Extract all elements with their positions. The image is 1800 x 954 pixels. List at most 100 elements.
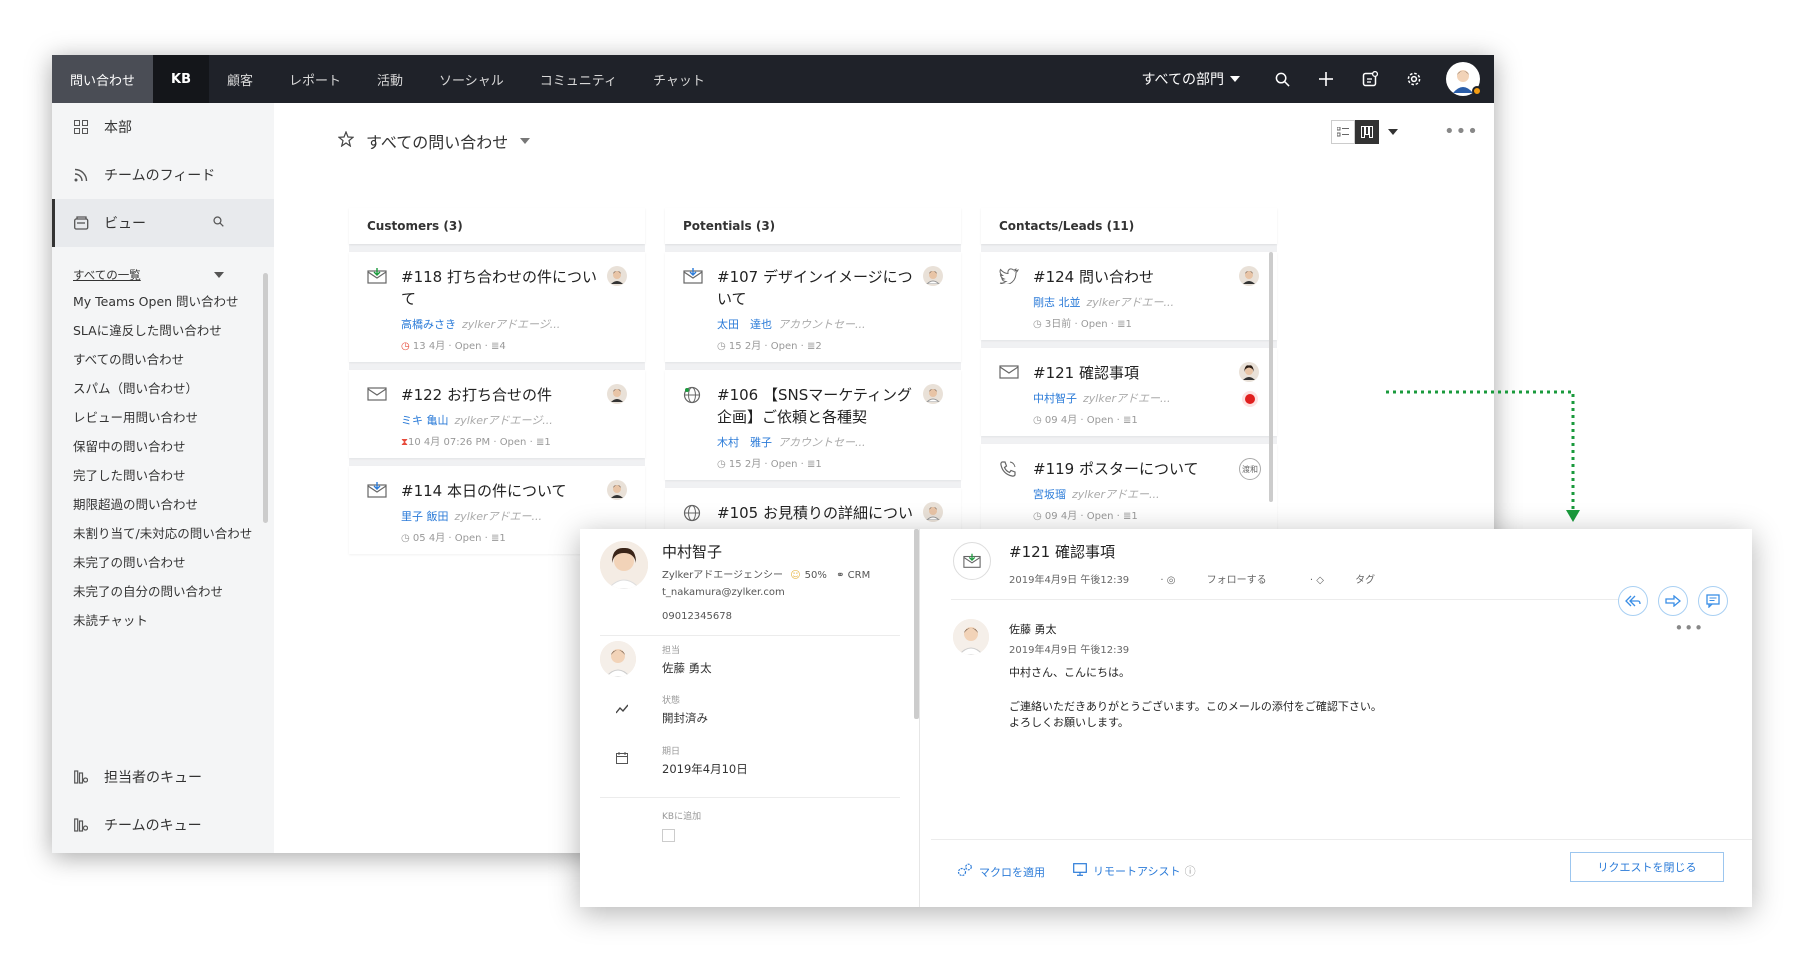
department-selector[interactable]: すべての部門 xyxy=(1142,69,1240,89)
ticket-status[interactable]: Open xyxy=(455,341,482,352)
apply-macro-button[interactable]: マクロを適用 xyxy=(957,863,1045,880)
ticket-time: 3日前 xyxy=(1044,319,1072,330)
trend-icon xyxy=(615,699,629,718)
nav-tab-community[interactable]: コミュニティ xyxy=(522,55,635,103)
nav-tab-kb[interactable]: KB xyxy=(153,55,209,103)
contact-name[interactable]: 木村 雅子 xyxy=(717,436,772,449)
search-icon[interactable] xyxy=(213,215,224,231)
ticket-card[interactable]: #124 問い合わせ 剛志 北並 zylkerアドエー... ◷ 3日前 · Op… xyxy=(981,252,1277,340)
contact-name[interactable]: 中村智子 xyxy=(662,541,722,562)
user-avatar[interactable] xyxy=(1446,62,1482,96)
nav-tab-reports[interactable]: レポート xyxy=(271,55,359,103)
contact-name[interactable]: 高橋みさき xyxy=(401,318,456,331)
star-icon[interactable] xyxy=(337,130,355,151)
layout-dropdown[interactable] xyxy=(1379,120,1401,144)
ticket-card[interactable]: #106 【SNSマーケティング企画】ご依頼と各種契 木村 雅子 アカウントセー.… xyxy=(665,370,961,480)
gear-icon[interactable] xyxy=(1392,55,1436,103)
sidebar-item-team-queue[interactable]: チームのキュー xyxy=(52,801,274,849)
search-icon[interactable] xyxy=(1260,55,1304,103)
notification-icon[interactable] xyxy=(1348,55,1392,103)
sidebar-scrollbar[interactable] xyxy=(263,273,268,523)
ticket-card-selected[interactable]: #121 確認事項 中村智子 zylkerアドエー... ◷ 09 4月 · Op… xyxy=(981,348,1277,436)
close-request-button[interactable]: リクエストを閉じる xyxy=(1570,852,1724,882)
follow-link[interactable]: · ◎ フォローする xyxy=(1160,575,1294,586)
clock-icon: ◷ xyxy=(717,459,726,470)
sidebar-item-agent-queue[interactable]: 担当者のキュー xyxy=(52,753,274,801)
sidebar-item-views[interactable]: ビュー xyxy=(52,199,274,247)
sidebar-item-team-feed[interactable]: チームのフィード xyxy=(52,151,274,199)
add-to-kb-checkbox[interactable] xyxy=(662,829,675,842)
plus-icon[interactable] xyxy=(1304,55,1348,103)
nav-tab-activities[interactable]: 活動 xyxy=(359,55,421,103)
contact-email[interactable]: t_nakamura@zylker.com xyxy=(662,587,785,598)
field-value: 2019年4月10日 xyxy=(662,762,748,776)
forward-button[interactable] xyxy=(1658,586,1688,616)
ticket-status[interactable]: Open xyxy=(1087,415,1114,426)
ticket-time: 15 2月 xyxy=(728,341,762,352)
view-list-item[interactable]: My Teams Open 問い合わせ xyxy=(73,287,254,316)
view-list-item[interactable]: 期限超過の問い合わせ xyxy=(73,490,254,519)
view-list-item[interactable]: 未割り当て/未対応の問い合わせ xyxy=(73,519,254,548)
remote-assist-button[interactable]: リモートアシスト ⓘ xyxy=(1073,863,1196,879)
contact-name[interactable]: 宮坂瑠 xyxy=(1033,488,1066,501)
view-list-item[interactable]: 未読チャット xyxy=(73,606,254,635)
nav-tab-customers[interactable]: 顧客 xyxy=(209,55,271,103)
field-status[interactable]: 状態 開封済み xyxy=(662,693,708,726)
assignee-avatar xyxy=(600,641,636,677)
contact-panel-scrollbar[interactable] xyxy=(914,529,919,719)
view-list-item[interactable]: レビュー用問い合わせ xyxy=(73,403,254,432)
tag-link[interactable]: · ◇ タグ xyxy=(1310,575,1403,586)
more-options-icon[interactable]: ••• xyxy=(1674,619,1704,637)
kanban-view-icon[interactable] xyxy=(1355,120,1379,144)
ticket-status[interactable]: Open xyxy=(1081,319,1108,330)
ticket-status[interactable]: Open xyxy=(500,437,527,448)
nav-tab-tickets[interactable]: 問い合わせ xyxy=(52,55,154,103)
column-scrollbar[interactable] xyxy=(1269,252,1273,502)
view-list-header[interactable]: すべての一覧 xyxy=(52,247,274,287)
view-list-item[interactable]: 保留中の問い合わせ xyxy=(73,432,254,461)
contact-name[interactable]: 中村智子 xyxy=(1033,392,1077,405)
department-label: すべての部門 xyxy=(1141,72,1224,88)
ticket-meta: ◷ 09 4月 · Open · ≣1 xyxy=(1033,415,1138,426)
contact-phone[interactable]: 09012345678 xyxy=(662,611,732,622)
info-icon[interactable]: ⓘ xyxy=(1185,863,1196,879)
ticket-card[interactable]: #122 お打ち合せの件 ミキ 亀山 zylkerアドエージ... ⧗10 4月 … xyxy=(349,370,645,458)
more-options-icon[interactable]: ••• xyxy=(1444,121,1479,142)
column-header: Contacts/Leads (11) xyxy=(981,208,1277,244)
reply-all-button[interactable] xyxy=(1618,586,1648,616)
message-greeting: 中村さん、こんにちは。 xyxy=(1009,666,1130,679)
contact-name[interactable]: 太田 達也 xyxy=(717,318,772,331)
ticket-status[interactable]: Open xyxy=(771,341,798,352)
ticket-card[interactable]: 渡和 #119 ポスターについて 宮坂瑠 zylkerアドエー... ◷ 09 4… xyxy=(981,444,1277,532)
contact-name[interactable]: 里子 飯田 xyxy=(401,510,449,523)
ticket-status[interactable]: Open xyxy=(771,459,798,470)
view-list-item[interactable]: スパム（問い合わせ） xyxy=(73,374,254,403)
nav-tab-chat[interactable]: チャット xyxy=(635,55,723,103)
ticket-card[interactable]: #107 デザインイメージについて 太田 達也 アカウントセー... ◷ 15 2… xyxy=(665,252,961,362)
sidebar-item-home[interactable]: 本部 xyxy=(52,103,274,151)
field-assignee[interactable]: 担当 佐藤 勇太 xyxy=(662,643,712,676)
handshake-icon: ⚭ xyxy=(836,570,845,581)
list-view-icon[interactable] xyxy=(1331,120,1355,144)
ticket-title: #122 お打ち合せの件 xyxy=(401,386,552,404)
comment-button[interactable] xyxy=(1698,586,1728,616)
contact-org-name[interactable]: Zylkerアドエージェンシー xyxy=(662,570,783,581)
nav-tab-social[interactable]: ソーシャル xyxy=(421,55,522,103)
contact-name[interactable]: ミキ 亀山 xyxy=(401,414,449,427)
view-list-item[interactable]: 未完了の問い合わせ xyxy=(73,548,254,577)
view-list-item[interactable]: SLAに違反した問い合わせ xyxy=(73,316,254,345)
crm-label[interactable]: CRM xyxy=(848,570,871,581)
ticket-status[interactable]: Open xyxy=(1087,511,1114,522)
sidebar-item-label: チームのキュー xyxy=(104,818,202,834)
view-list-item[interactable]: 完了した問い合わせ xyxy=(73,461,254,490)
ticket-card[interactable]: #118 打ち合わせの件について 高橋みさき zylkerアドエージ... ◷ 1… xyxy=(349,252,645,362)
contact-name[interactable]: 剛志 北並 xyxy=(1033,296,1081,309)
tag-label: タグ xyxy=(1355,575,1376,586)
view-selector[interactable]: すべての問い合わせ xyxy=(337,129,531,153)
field-due-date[interactable]: 期日 2019年4月10日 xyxy=(662,744,748,777)
ticket-channel-icon xyxy=(953,542,991,580)
view-list-item[interactable]: すべての問い合わせ xyxy=(73,345,254,374)
ticket-contact: ミキ 亀山 zylkerアドエージ... xyxy=(401,412,605,428)
ticket-status[interactable]: Open xyxy=(455,533,482,544)
view-list-item[interactable]: 未完了の自分の問い合わせ xyxy=(73,577,254,606)
